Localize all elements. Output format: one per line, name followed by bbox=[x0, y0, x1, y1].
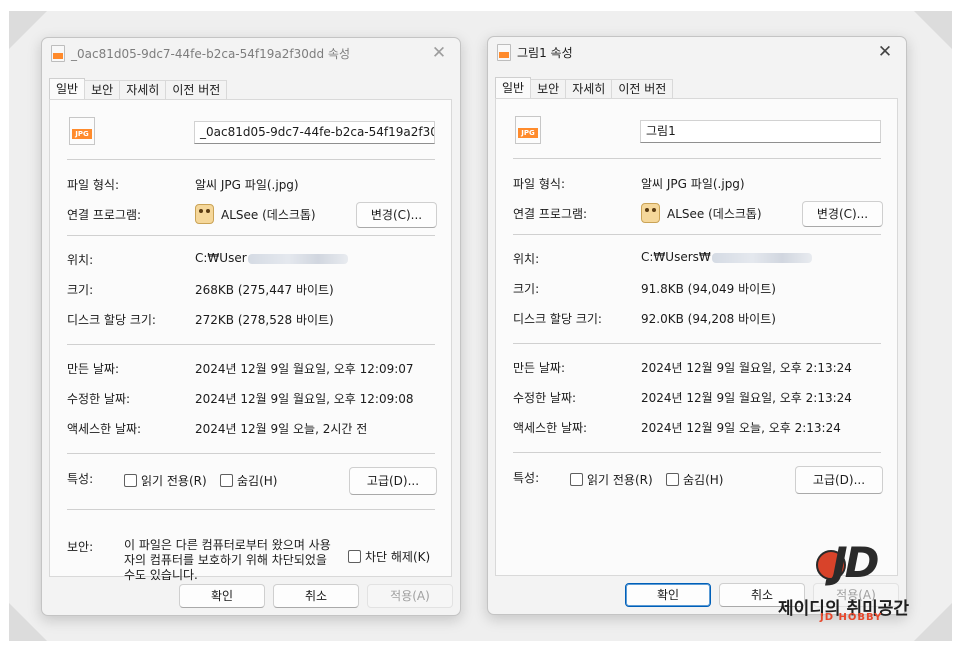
general-panel: JPG 그림1 파일 형식: 알씨 JPG 파일(.jpg) 연결 프로그램: … bbox=[495, 98, 898, 576]
close-icon[interactable]: ✕ bbox=[426, 41, 452, 65]
properties-window-1: _0ac81d05-9dc7-44fe-b2ca-54f19a2f30dd 속성… bbox=[41, 37, 461, 616]
divider bbox=[67, 453, 435, 454]
jpg-file-icon bbox=[51, 45, 65, 62]
window-title: 그림1 속성 bbox=[517, 46, 573, 60]
security-message: 이 파일은 다른 컴퓨터로부터 왔으며 사용자의 컴퓨터를 보호하기 위해 차단… bbox=[124, 538, 331, 582]
window-title: _0ac81d05-9dc7-44fe-b2ca-54f19a2f30dd 속성 bbox=[71, 47, 351, 61]
readonly-checkbox[interactable]: 읽기 전용(R) bbox=[570, 471, 653, 488]
file-type-value: 알씨 JPG 파일(.jpg) bbox=[641, 177, 745, 191]
modified-value: 2024년 12월 9일 월요일, 오후 12:09:08 bbox=[195, 392, 414, 406]
size-label: 크기: bbox=[67, 283, 94, 297]
file-type-value: 알씨 JPG 파일(.jpg) bbox=[195, 178, 299, 192]
tab-general[interactable]: 일반 bbox=[495, 77, 532, 99]
tab-security[interactable]: 보안 bbox=[530, 79, 567, 99]
title-bar[interactable]: 그림1 속성 ✕ bbox=[488, 37, 906, 67]
size-value: 91.8KB (94,049 바이트) bbox=[641, 282, 776, 296]
disk-size-label: 디스크 할당 크기: bbox=[513, 312, 602, 326]
tab-strip: 일반 보안 자세히 이전 버전 bbox=[495, 77, 674, 99]
corner-decoration bbox=[914, 11, 952, 49]
location-value: C:₩Users₩ bbox=[641, 250, 812, 264]
close-icon[interactable]: ✕ bbox=[872, 40, 898, 64]
modified-value: 2024년 12월 9일 월요일, 오후 2:13:24 bbox=[641, 391, 852, 405]
tab-previous-versions[interactable]: 이전 버전 bbox=[165, 80, 228, 100]
tab-previous-versions[interactable]: 이전 버전 bbox=[611, 79, 674, 99]
apply-button[interactable]: 적용(A) bbox=[367, 584, 453, 608]
unblock-checkbox[interactable]: 차단 해제(K) bbox=[348, 548, 430, 565]
tab-strip: 일반 보안 자세히 이전 버전 bbox=[49, 78, 228, 100]
advanced-button[interactable]: 고급(D)... bbox=[349, 467, 437, 495]
divider bbox=[513, 158, 881, 159]
divider bbox=[513, 452, 881, 453]
accessed-value: 2024년 12월 9일 오늘, 오후 2:13:24 bbox=[641, 421, 841, 435]
divider bbox=[513, 343, 881, 344]
logo-letters: JD bbox=[832, 538, 879, 587]
accessed-label: 액세스한 날짜: bbox=[67, 422, 142, 436]
created-value: 2024년 12월 9일 월요일, 오후 12:09:07 bbox=[195, 362, 414, 376]
file-type-label: 파일 형식: bbox=[513, 177, 566, 191]
tab-details[interactable]: 자세히 bbox=[119, 80, 167, 100]
jpg-file-icon bbox=[497, 44, 511, 61]
disk-size-label: 디스크 할당 크기: bbox=[67, 313, 156, 327]
change-button[interactable]: 변경(C)... bbox=[356, 202, 437, 228]
attributes-label: 특성: bbox=[513, 471, 540, 485]
readonly-checkbox[interactable]: 읽기 전용(R) bbox=[124, 472, 207, 489]
redacted-path bbox=[247, 253, 348, 264]
tab-security[interactable]: 보안 bbox=[84, 80, 121, 100]
ok-button[interactable]: 확인 bbox=[179, 584, 265, 608]
divider bbox=[67, 159, 435, 160]
divider bbox=[67, 235, 435, 236]
change-button[interactable]: 변경(C)... bbox=[802, 201, 883, 227]
location-value: C:₩User bbox=[195, 251, 348, 265]
disk-size-value: 92.0KB (94,208 바이트) bbox=[641, 312, 776, 326]
location-label: 위치: bbox=[67, 253, 94, 267]
location-label: 위치: bbox=[513, 252, 540, 266]
open-with-value: ALSee (데스크톱) bbox=[221, 208, 316, 222]
alsee-app-icon bbox=[641, 203, 660, 223]
filename-input[interactable]: 그림1 bbox=[640, 120, 881, 143]
watermark-subtext: JD HOBBY bbox=[820, 612, 883, 623]
accessed-value: 2024년 12월 9일 오늘, 2시간 전 bbox=[195, 422, 368, 436]
file-type-label: 파일 형식: bbox=[67, 178, 120, 192]
hidden-checkbox[interactable]: 숨김(H) bbox=[220, 472, 277, 489]
open-with-label: 연결 프로그램: bbox=[513, 207, 588, 221]
open-with-value: ALSee (데스크톱) bbox=[667, 207, 762, 221]
alsee-app-icon bbox=[195, 204, 214, 224]
modified-label: 수정한 날짜: bbox=[67, 392, 131, 406]
created-label: 만든 날짜: bbox=[67, 362, 120, 376]
open-with-label: 연결 프로그램: bbox=[67, 208, 142, 222]
size-value: 268KB (275,447 바이트) bbox=[195, 283, 334, 297]
tab-general[interactable]: 일반 bbox=[49, 78, 86, 100]
ok-button[interactable]: 확인 bbox=[625, 583, 711, 607]
hidden-checkbox[interactable]: 숨김(H) bbox=[666, 471, 723, 488]
disk-size-value: 272KB (278,528 바이트) bbox=[195, 313, 334, 327]
divider bbox=[67, 509, 435, 510]
tab-details[interactable]: 자세히 bbox=[565, 79, 613, 99]
created-label: 만든 날짜: bbox=[513, 361, 566, 375]
jpg-file-large-icon: JPG bbox=[515, 116, 541, 144]
cancel-button[interactable]: 취소 bbox=[273, 584, 359, 608]
redacted-path bbox=[711, 252, 812, 263]
divider bbox=[513, 234, 881, 235]
jpg-file-large-icon: JPG bbox=[69, 117, 95, 145]
watermark-logo: JD 제이디의 취미공간 JD HOBBY bbox=[776, 534, 926, 626]
properties-window-2: 그림1 속성 ✕ 일반 보안 자세히 이전 버전 JPG 그림1 파일 형식: 알씨 … bbox=[487, 36, 907, 615]
modified-label: 수정한 날짜: bbox=[513, 391, 577, 405]
title-bar[interactable]: _0ac81d05-9dc7-44fe-b2ca-54f19a2f30dd 속성… bbox=[42, 38, 460, 68]
advanced-button[interactable]: 고급(D)... bbox=[795, 466, 883, 494]
general-panel: JPG _0ac81d05-9dc7-44fe-b2ca-54f19a2f30d… bbox=[49, 99, 452, 582]
accessed-label: 액세스한 날짜: bbox=[513, 421, 588, 435]
divider bbox=[67, 344, 435, 345]
attributes-label: 특성: bbox=[67, 472, 94, 486]
created-value: 2024년 12월 9일 월요일, 오후 2:13:24 bbox=[641, 361, 852, 375]
size-label: 크기: bbox=[513, 282, 540, 296]
security-label: 보안: bbox=[67, 540, 94, 554]
filename-input[interactable]: _0ac81d05-9dc7-44fe-b2ca-54f19a2f30dd bbox=[194, 121, 435, 144]
